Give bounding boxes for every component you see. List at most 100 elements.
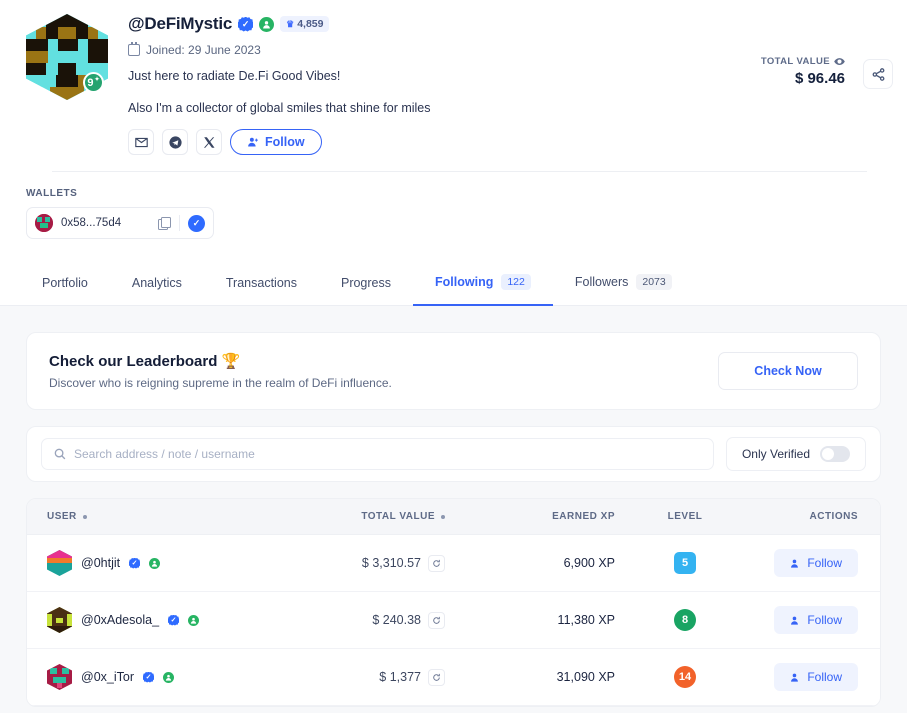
tab-followers-label: Followers [574, 275, 629, 289]
wallet-divider [179, 215, 180, 231]
only-verified-label: Only Verified [741, 447, 811, 461]
verified-check-icon: ✓ [238, 16, 254, 32]
profile-header: 9 ✦ @DeFiMystic ✓ ♛ 4,859 Joined: 29 Jun… [0, 0, 907, 172]
email-icon[interactable] [128, 129, 154, 155]
profile-follow-button[interactable]: Follow [230, 129, 322, 155]
copy-icon[interactable] [158, 216, 171, 230]
wallet-address: 0x58...75d4 [61, 217, 122, 229]
table-header-row: USER TOTAL VALUE EARNED XP LEVEL ACTIONS [27, 499, 880, 535]
avatar-level-value: 9 [87, 76, 94, 89]
row-follow-button[interactable]: Follow [774, 606, 858, 634]
row-earned-xp: 31,090 XP [556, 670, 615, 684]
row-total-value: $ 1,377 [379, 670, 421, 684]
column-header-user[interactable]: USER [27, 511, 295, 522]
row-follow-label: Follow [807, 613, 842, 627]
tab-analytics[interactable]: Analytics [110, 264, 204, 306]
avatar-level-sparkle: ✦ [94, 77, 100, 83]
row-actions-cell: Follow [755, 606, 880, 634]
row-level-cell: 5 ✦ [615, 550, 755, 574]
row-user-cell: @0x_iTor ✓ [27, 664, 295, 690]
joined-date: Joined: 29 June 2023 [128, 42, 887, 57]
check-now-button[interactable]: Check Now [718, 352, 858, 390]
row-follow-label: Follow [807, 670, 842, 684]
row-follow-button[interactable]: Follow [774, 549, 858, 577]
row-actions-cell: Follow [755, 549, 880, 577]
row-verified-icon: ✓ [143, 671, 154, 683]
row-level-value: 5 [681, 557, 689, 569]
column-header-earned-xp: EARNED XP [552, 511, 615, 522]
row-total-value-cell: $ 3,310.57 [295, 554, 445, 572]
leaderboard-title: Check our Leaderboard 🏆 [49, 353, 241, 370]
avatar-level-badge: 9 ✦ [83, 72, 104, 93]
table-row[interactable]: @0xAdesola_ ✓ $ 240.38 11,380 XP 8 ✦ Fol… [27, 592, 880, 649]
row-level-sparkle: ✦ [693, 664, 699, 671]
profile-tabs: Portfolio Analytics Transactions Progres… [0, 261, 907, 306]
column-header-total-value[interactable]: TOTAL VALUE [295, 511, 445, 522]
total-value-block: TOTAL VALUE $ 96.46 [761, 56, 845, 87]
row-username: @0htjit [81, 556, 121, 570]
row-level-badge: 5 ✦ [674, 550, 699, 574]
row-total-value-cell: $ 240.38 [295, 611, 445, 629]
row-level-cell: 8 ✦ [615, 607, 755, 631]
search-input[interactable] [74, 447, 701, 461]
member-badge-icon [259, 16, 275, 32]
row-total-value: $ 3,310.57 [361, 556, 421, 570]
refresh-icon[interactable] [428, 611, 445, 629]
header-divider [52, 171, 867, 172]
row-actions-cell: Follow [755, 663, 880, 691]
tab-analytics-label: Analytics [131, 276, 182, 290]
row-earned-xp: 11,380 XP [557, 613, 615, 627]
avatar: 9 ✦ [26, 14, 108, 100]
calendar-icon [128, 42, 140, 56]
telegram-icon[interactable] [162, 129, 188, 155]
wallet-verified-icon[interactable]: ✓ [188, 214, 205, 232]
refresh-icon[interactable] [428, 668, 445, 686]
row-level-badge: 8 ✦ [674, 607, 699, 631]
tab-progress-label: Progress [340, 276, 392, 290]
row-follow-button[interactable]: Follow [774, 663, 858, 691]
row-level-value: 8 [681, 614, 689, 626]
row-avatar [47, 607, 72, 633]
check-now-label: Check Now [754, 364, 822, 378]
profile-username: @DeFiMystic [128, 14, 233, 33]
tab-transactions-label: Transactions [225, 276, 297, 290]
tab-following[interactable]: Following 122 [413, 262, 553, 306]
eye-icon[interactable] [834, 56, 845, 67]
sort-indicator-user [82, 514, 87, 519]
wallets-section: WALLETS 0x58...75d4 ✓ [0, 172, 907, 239]
only-verified-toggle[interactable]: Only Verified [726, 437, 866, 471]
tab-portfolio[interactable]: Portfolio [26, 264, 110, 306]
row-level-sparkle: ✦ [693, 607, 699, 614]
wallets-section-label: WALLETS [26, 188, 78, 199]
joined-date-text: Joined: 29 June 2023 [146, 43, 261, 57]
only-verified-switch[interactable] [820, 446, 851, 462]
tab-following-count: 122 [501, 274, 531, 290]
wallet-avatar [35, 214, 53, 232]
tab-transactions[interactable]: Transactions [204, 264, 319, 306]
row-level-sparkle: ✦ [693, 550, 699, 557]
table-row[interactable]: @0htjit ✓ $ 3,310.57 6,900 XP 5 ✦ Follow [27, 535, 880, 592]
row-avatar [47, 550, 72, 576]
wallet-chip[interactable]: 0x58...75d4 ✓ [26, 207, 214, 239]
row-verified-icon: ✓ [168, 614, 180, 626]
row-member-icon [163, 671, 174, 683]
column-header-total-value-label: TOTAL VALUE [361, 511, 435, 522]
total-value-label: TOTAL VALUE [760, 56, 830, 67]
row-user-cell: @0htjit ✓ [27, 550, 295, 576]
twitter-x-icon[interactable] [196, 129, 222, 155]
tab-progress[interactable]: Progress [319, 264, 413, 306]
total-value-label-row: TOTAL VALUE [761, 56, 845, 67]
profile-name-line: @DeFiMystic ✓ ♛ 4,859 [128, 14, 887, 34]
trophy-points-badge: ♛ 4,859 [280, 16, 330, 32]
column-header-actions: ACTIONS [809, 511, 858, 522]
tab-followers[interactable]: Followers 2073 [553, 262, 694, 306]
tab-portfolio-label: Portfolio [42, 276, 88, 290]
share-icon[interactable] [863, 59, 893, 89]
row-total-value: $ 240.38 [372, 613, 421, 627]
total-value-amount: $ 96.46 [794, 70, 845, 87]
column-header-level: LEVEL [667, 511, 703, 522]
table-row[interactable]: @0x_iTor ✓ $ 1,377 31,090 XP 14 ✦ Follow [27, 649, 880, 706]
column-header-user-label: USER [47, 511, 77, 522]
search-box[interactable] [41, 438, 714, 470]
refresh-icon[interactable] [428, 554, 445, 572]
